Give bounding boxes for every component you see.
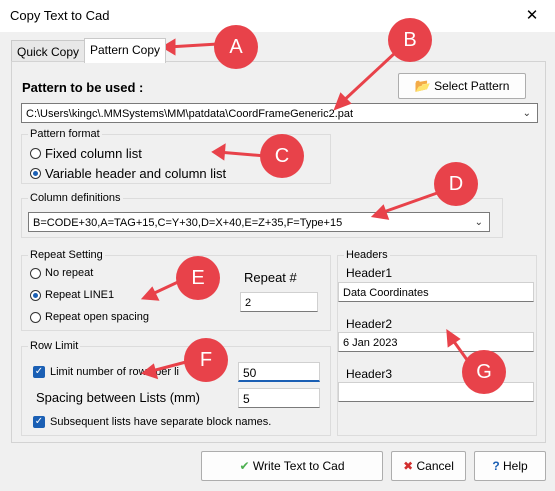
tab-pattern-copy[interactable]: Pattern Copy (84, 38, 166, 63)
callout-f: F (184, 338, 228, 382)
callout-e: E (176, 256, 220, 300)
annotation-arrows (140, 38, 472, 380)
callout-a: A (214, 25, 258, 69)
callout-c: C (260, 134, 304, 178)
callout-g: G (462, 350, 506, 394)
callout-d: D (434, 162, 478, 206)
callout-b: B (388, 18, 432, 62)
